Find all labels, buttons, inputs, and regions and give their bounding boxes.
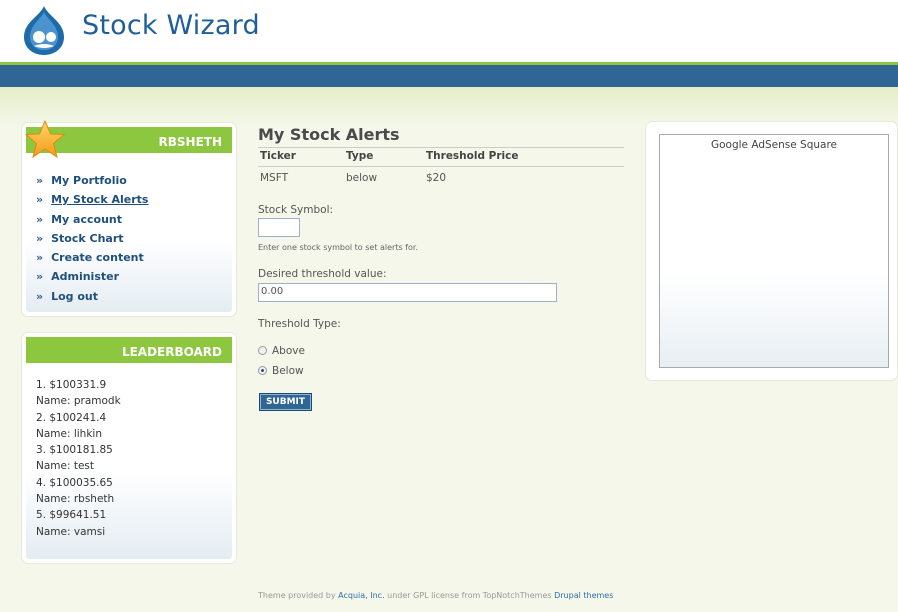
leaderboard-name: Name: rbsheth	[36, 493, 115, 506]
sidebar-item-my-account[interactable]: » My account	[36, 210, 148, 229]
header: Stock Wizard	[0, 0, 898, 62]
column-header-threshold: Threshold Price	[426, 150, 519, 162]
star-icon	[24, 119, 66, 159]
table-header: Ticker Type Threshold Price	[258, 147, 624, 167]
stock-symbol-input[interactable]	[258, 218, 300, 237]
sidebar-item-create-content[interactable]: » Create content	[36, 248, 148, 267]
bullet-icon: »	[36, 251, 44, 265]
leaderboard-name: Name: test	[36, 460, 95, 473]
header-band	[0, 87, 898, 127]
leaderboard-rank: 1. $100331.9	[36, 379, 107, 391]
stock-symbol-label: Stock Symbol:	[258, 204, 334, 216]
cell-ticker: MSFT	[260, 172, 288, 184]
ad-label: Google AdSense Square	[710, 139, 838, 151]
footer: Theme provided by Acquia, Inc. under GPL…	[258, 591, 613, 600]
alerts-table: Ticker Type Threshold Price MSFT below $…	[258, 147, 624, 187]
bullet-icon: »	[36, 212, 44, 226]
table-row: MSFT below $20	[258, 167, 624, 187]
drupal-logo-icon[interactable]	[18, 4, 70, 56]
sidebar-item-label[interactable]: Stock Chart	[51, 232, 123, 245]
radio-above[interactable]	[258, 346, 267, 355]
bullet-icon: »	[36, 174, 44, 187]
leaderboard-rank: 4. $100035.65	[36, 476, 113, 489]
threshold-type-label: Threshold Type:	[258, 318, 341, 330]
user-menu-block: RBSHETH » My Portfolio» My Stock Alerts» My…	[22, 119, 236, 316]
ad-square[interactable]: Google AdSense Square	[659, 134, 889, 368]
ad-block: Google AdSense Square	[646, 122, 897, 380]
bullet-icon: »	[36, 270, 44, 284]
primary-nav-bar	[0, 65, 898, 87]
sidebar-item-my-stock-alerts[interactable]: » My Stock Alerts	[36, 190, 148, 209]
leaderboard-name: Name: vamsi	[36, 525, 106, 538]
cell-type: below	[346, 172, 378, 184]
footer-link-drupal-themes[interactable]: Drupal themes	[554, 591, 613, 600]
bullet-icon: »	[36, 193, 44, 207]
sidebar-item-label[interactable]: Create content	[51, 251, 144, 264]
cell-threshold: $20	[426, 172, 447, 184]
leaderboard-rank: 2. $100241.4	[36, 411, 107, 424]
radio-below[interactable]	[258, 366, 267, 375]
leaderboard-list: 1. $100331.9 Name: pramodk 2. $100241.4 Nam…	[36, 377, 121, 540]
sidebar-item-label[interactable]: My account	[51, 213, 122, 226]
footer-text-2: under GPL license from TopNotchThemes	[384, 591, 555, 600]
leaderboard-title: LEADERBOARD	[26, 337, 232, 363]
sidebar-item-stock-chart[interactable]: » Stock Chart	[36, 229, 148, 248]
radio-below-label[interactable]: Below	[272, 365, 304, 377]
footer-link-acquia[interactable]: Acquia, Inc.	[338, 591, 384, 600]
site-name[interactable]: Stock Wizard	[82, 10, 260, 41]
sidebar-item-administer[interactable]: » Administer	[36, 267, 148, 286]
page-title: My Stock Alerts	[258, 125, 400, 144]
sidebar-item-log-out[interactable]: » Log out	[36, 287, 148, 306]
sidebar-item-my-portfolio[interactable]: » My Portfolio	[36, 171, 148, 190]
radio-above-label[interactable]: Above	[272, 345, 305, 357]
column-header-type: Type	[346, 150, 374, 162]
submit-button[interactable]: SUBMIT	[259, 393, 312, 411]
sidebar-item-label[interactable]: My Stock Alerts	[51, 193, 148, 206]
leaderboard-block: LEADERBOARD 1. $100331.9 Name: pramodk 2. …	[22, 333, 236, 563]
threshold-label: Desired threshold value:	[258, 268, 387, 280]
column-header-ticker: Ticker	[260, 150, 296, 162]
sidebar-item-label[interactable]: Log out	[51, 290, 98, 303]
stock-symbol-help: Enter one stock symbol to set alerts for…	[258, 243, 418, 252]
sidebar-item-label[interactable]: My Portfolio	[51, 174, 127, 187]
leaderboard-rank: 5. $99641.51	[36, 509, 107, 522]
sidebar-item-label[interactable]: Administer	[51, 270, 119, 283]
leaderboard-rank: 3. $100181.85	[36, 444, 113, 457]
leaderboard-name: Name: pramodk	[36, 395, 121, 408]
threshold-input[interactable]: 0.00	[258, 283, 557, 302]
footer-text-1: Theme provided by	[258, 591, 339, 600]
bullet-icon: »	[36, 231, 44, 245]
user-nav-list: » My Portfolio » My Stock Alerts » My account…	[36, 171, 148, 306]
leaderboard-name: Name: lihkin	[36, 427, 102, 440]
bullet-icon: »	[36, 289, 44, 303]
